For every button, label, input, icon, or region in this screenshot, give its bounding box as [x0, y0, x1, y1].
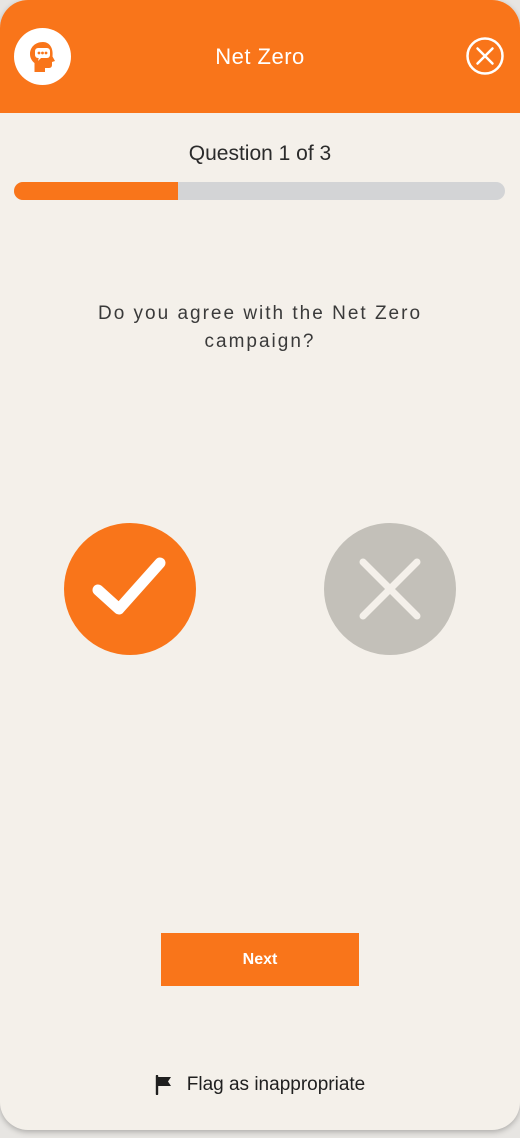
flag-icon — [155, 1075, 171, 1095]
speech-head-icon — [29, 41, 55, 72]
x-icon — [359, 558, 421, 620]
next-button[interactable]: Next — [161, 933, 359, 986]
logo — [14, 28, 71, 85]
progress-fill — [14, 182, 178, 200]
checkmark-icon — [92, 557, 166, 615]
flag-label: Flag as inappropriate — [186, 1074, 366, 1095]
question-text: Do you agree with the Net Zero campaign? — [97, 303, 423, 352]
progress-label: Question 1 of 3 — [188, 142, 332, 165]
page-title: Net Zero — [215, 43, 305, 69]
flag-inappropriate-link[interactable]: Flag as inappropriate — [0, 1070, 520, 1100]
disagree-button[interactable] — [324, 523, 456, 655]
close-button[interactable] — [465, 36, 505, 76]
header-bar: Net Zero — [0, 0, 520, 113]
progress-bar — [14, 182, 505, 200]
survey-card: Net Zero Question 1 of 3 Do you agree wi… — [0, 0, 520, 1130]
agree-button[interactable] — [64, 523, 196, 655]
close-circle-icon — [466, 37, 504, 75]
